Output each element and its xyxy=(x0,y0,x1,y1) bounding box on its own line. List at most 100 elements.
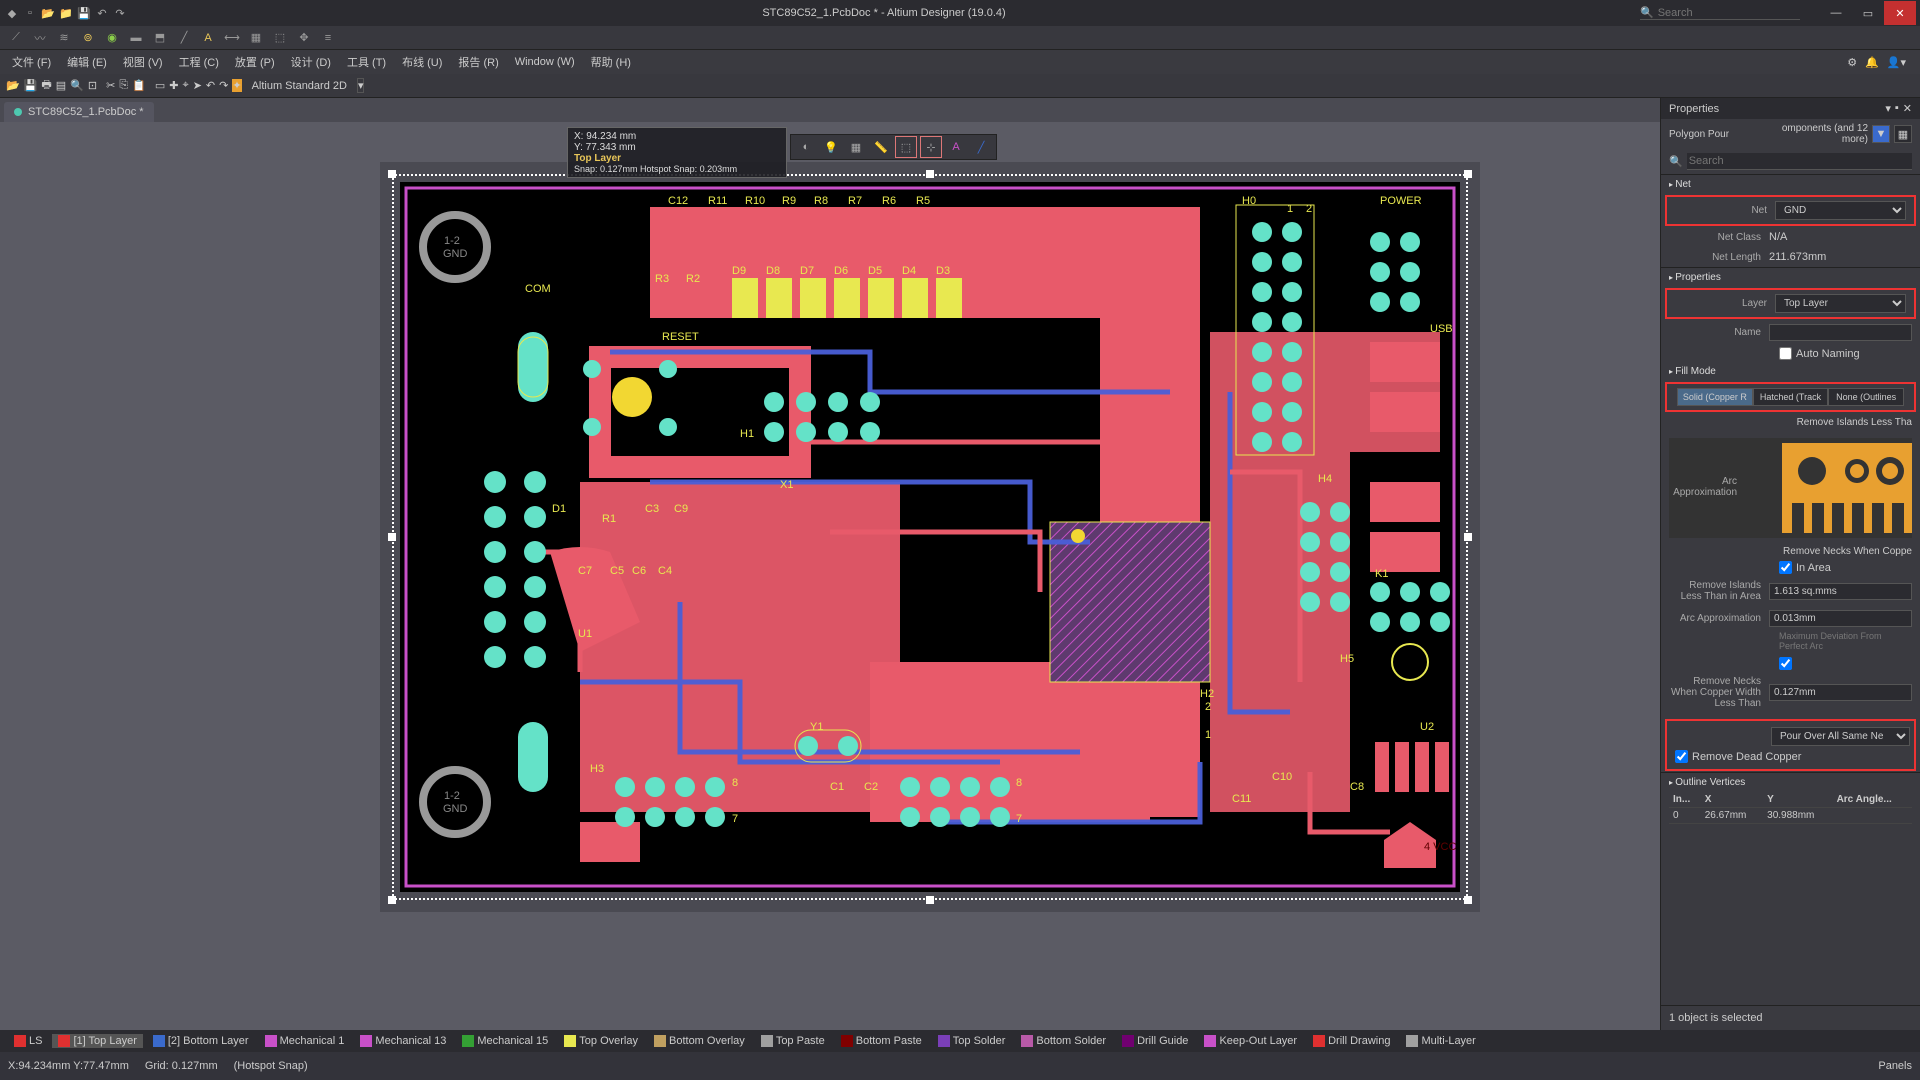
ab-mask-icon[interactable]: ◐ xyxy=(795,136,817,158)
user-icon[interactable]: 👤▾ xyxy=(1887,56,1906,69)
layer-tab[interactable]: Mechanical 15 xyxy=(456,1034,554,1048)
dock-icon[interactable]: ▪ xyxy=(1895,102,1899,115)
remove-islands-input[interactable] xyxy=(1769,583,1912,600)
layer-tab[interactable]: Top Paste xyxy=(755,1034,831,1048)
remove-necks-input[interactable] xyxy=(1769,684,1912,701)
fill-icon[interactable]: ▬ xyxy=(126,28,146,48)
menu-design[interactable]: 设计 (D) xyxy=(285,52,337,72)
section-outline[interactable]: Outline Vertices xyxy=(1661,772,1920,792)
zoom-fit-icon[interactable]: ⊡ xyxy=(88,79,97,92)
col-arc[interactable]: Arc Angle... xyxy=(1833,792,1912,808)
layer-select[interactable]: Top Layer xyxy=(1775,294,1906,313)
open2-icon[interactable]: 📁 xyxy=(58,5,74,21)
maximize-button[interactable]: ▭ xyxy=(1852,1,1884,25)
layer-tab[interactable]: [2] Bottom Layer xyxy=(147,1034,255,1048)
layer-tab[interactable]: Keep-Out Layer xyxy=(1198,1034,1303,1048)
ab-unit-icon[interactable]: 📏 xyxy=(870,136,892,158)
menu-place[interactable]: 放置 (P) xyxy=(229,52,281,72)
workspace[interactable]: X: 94.234 mm Y: 77.343 mm Top Layer Snap… xyxy=(0,122,1920,1042)
menu-reports[interactable]: 报告 (R) xyxy=(452,52,504,72)
ab-grid-icon[interactable]: ▦ xyxy=(845,136,867,158)
properties-search[interactable] xyxy=(1687,153,1912,170)
selection-handle[interactable] xyxy=(926,896,934,904)
line-icon[interactable]: ╱ xyxy=(174,28,194,48)
section-fillmode[interactable]: Fill Mode xyxy=(1661,362,1920,381)
open-icon[interactable]: 📂 xyxy=(40,5,56,21)
ab-origin-icon[interactable]: ⊹ xyxy=(920,136,942,158)
string-icon[interactable]: A xyxy=(198,28,218,48)
menu-help[interactable]: 帮助 (H) xyxy=(585,52,637,72)
cut-icon[interactable]: ✂ xyxy=(106,79,115,92)
move-icon[interactable]: ✥ xyxy=(294,28,314,48)
ab-poly-icon[interactable]: ⬚ xyxy=(895,136,917,158)
gear-icon[interactable]: ⚙ xyxy=(1847,56,1857,69)
rect-icon[interactable]: ▭ xyxy=(155,79,165,92)
selection-handle[interactable] xyxy=(1464,533,1472,541)
menu-project[interactable]: 工程 (C) xyxy=(173,52,225,72)
section-properties[interactable]: Properties xyxy=(1661,267,1920,287)
route-icon[interactable]: ⟋ xyxy=(6,28,26,48)
wire-icon[interactable]: 〰 xyxy=(30,28,50,48)
menu-view[interactable]: 视图 (V) xyxy=(117,52,169,72)
selection-handle[interactable] xyxy=(926,170,934,178)
copy-icon[interactable]: ⎘ xyxy=(119,79,128,92)
fill-hatched-button[interactable]: Hatched (Track xyxy=(1753,388,1829,406)
layer-tab[interactable]: Multi-Layer xyxy=(1400,1034,1481,1048)
paste-icon[interactable]: 📋 xyxy=(132,79,146,92)
ab-text-icon[interactable]: A xyxy=(945,136,967,158)
table-row[interactable]: 026.67mm30.988mm xyxy=(1669,808,1912,824)
dead-copper-checkbox[interactable] xyxy=(1675,750,1688,763)
minimize-button[interactable]: — xyxy=(1820,1,1852,25)
print-icon[interactable]: 🖶 xyxy=(41,76,51,95)
poly-icon[interactable]: ⬒ xyxy=(150,28,170,48)
filter-btn2[interactable]: ▦ xyxy=(1894,125,1912,143)
open2-icon[interactable]: 📂 xyxy=(6,79,20,92)
highlight-icon[interactable]: ✦ xyxy=(232,79,241,92)
fill-solid-button[interactable]: Solid (Copper R xyxy=(1677,388,1753,406)
pcb-canvas[interactable]: C12 R11R10R9R8R7R6R5 H0POWER COM R3R2 D9… xyxy=(380,162,1480,912)
col-index[interactable]: In... xyxy=(1669,792,1701,808)
ab-line-icon[interactable]: ╱ xyxy=(970,136,992,158)
layer-tab[interactable]: [1] Top Layer xyxy=(52,1034,142,1048)
selection-handle[interactable] xyxy=(388,896,396,904)
ab-clear-icon[interactable]: 💡 xyxy=(820,136,842,158)
undo-icon[interactable]: ↶ xyxy=(94,5,110,21)
tab-pcbdoc[interactable]: STC89C52_1.PcbDoc * xyxy=(4,102,154,122)
preview-icon[interactable]: ▤ xyxy=(56,79,66,92)
selection-handle[interactable] xyxy=(1464,896,1472,904)
comp-icon[interactable]: ▦ xyxy=(246,28,266,48)
layer-tab[interactable]: Bottom Overlay xyxy=(648,1034,751,1048)
save2-icon[interactable]: 💾 xyxy=(24,79,38,92)
redo2-icon[interactable]: ↷ xyxy=(219,79,228,92)
close-icon[interactable]: ✕ xyxy=(1903,102,1912,115)
menu-tools[interactable]: 工具 (T) xyxy=(341,52,392,72)
layer-tab[interactable]: Top Solder xyxy=(932,1034,1012,1048)
menu-route[interactable]: 布线 (U) xyxy=(396,52,448,72)
necks-enable-checkbox[interactable] xyxy=(1779,657,1792,670)
via-icon[interactable]: ⊚ xyxy=(78,28,98,48)
menu-edit[interactable]: 编辑 (E) xyxy=(61,52,113,72)
search-input[interactable] xyxy=(1658,7,1778,19)
auto-naming-checkbox[interactable] xyxy=(1779,347,1792,360)
menu-file[interactable]: 文件 (F) xyxy=(6,52,57,72)
align-icon[interactable]: ≡ xyxy=(318,28,338,48)
close-button[interactable]: ✕ xyxy=(1884,1,1916,25)
menu-window[interactable]: Window (W) xyxy=(509,54,581,70)
layer-tab[interactable]: Bottom Solder xyxy=(1015,1034,1112,1048)
arc-approx-input[interactable] xyxy=(1769,610,1912,627)
section-net[interactable]: Net xyxy=(1661,174,1920,194)
layer-tab[interactable]: Mechanical 13 xyxy=(354,1034,452,1048)
bell-icon[interactable]: 🔔 xyxy=(1865,56,1879,69)
layer-tab[interactable]: Top Overlay xyxy=(558,1034,644,1048)
col-x[interactable]: X xyxy=(1701,792,1763,808)
cross-icon[interactable]: ✚ xyxy=(169,79,178,92)
pad-icon[interactable]: ◉ xyxy=(102,28,122,48)
pour-over-select[interactable]: Pour Over All Same Ne xyxy=(1771,727,1910,746)
col-y[interactable]: Y xyxy=(1763,792,1832,808)
pin-icon[interactable]: ▾ xyxy=(1885,102,1891,115)
panels-button[interactable]: Panels xyxy=(1878,1060,1912,1072)
name-input[interactable] xyxy=(1769,324,1912,341)
zoom-in-icon[interactable]: 🔍 xyxy=(70,79,84,92)
arrow-icon[interactable]: ➤ xyxy=(193,79,202,92)
new-icon[interactable]: ▫ xyxy=(22,5,38,21)
